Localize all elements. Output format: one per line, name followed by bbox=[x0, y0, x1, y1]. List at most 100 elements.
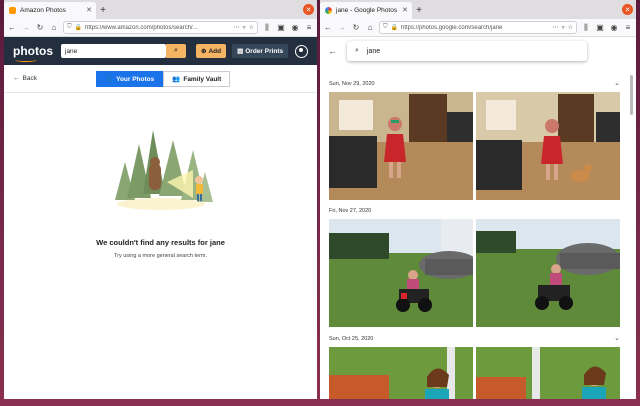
search-bar-row: ← ⌕ jane bbox=[320, 37, 636, 65]
url-text: https://www.amazon.com/photos/search/... bbox=[85, 24, 198, 31]
amazon-favicon bbox=[9, 7, 16, 14]
smile-arrow-icon bbox=[15, 58, 37, 62]
photo-girl-atv-yard bbox=[329, 219, 473, 327]
photo-girl-teal-shirt bbox=[329, 347, 473, 399]
date-header: Sun, Nov 29, 2020 bbox=[329, 81, 375, 87]
photo-thumbnail[interactable] bbox=[329, 92, 473, 200]
back-arrow-icon[interactable]: ← bbox=[323, 23, 333, 32]
date-header: Fri, Nov 27, 2020 bbox=[329, 208, 372, 214]
shield-icon[interactable]: ⛉ bbox=[383, 24, 388, 31]
tab-strip: jane - Google Photos ✕ + ✕ bbox=[320, 0, 636, 19]
bookmark-star-icon[interactable]: ☆ bbox=[249, 24, 254, 31]
amazon-browser-window: Amazon Photos ✕ + ✕ ← → ↻ ⌂ ⛉ 🔒 https://… bbox=[4, 0, 317, 399]
search-icon: ⌕ bbox=[355, 47, 359, 54]
empty-title: We couldn't find any results for jane bbox=[96, 238, 225, 247]
photo-thumbnail[interactable] bbox=[329, 347, 473, 399]
chevron-down-icon[interactable]: ⌄ bbox=[614, 334, 620, 342]
family-icon: 👥 bbox=[172, 76, 181, 83]
tab-family-vault[interactable]: 👥 Family Vault bbox=[163, 71, 231, 87]
photo-thumbnail[interactable] bbox=[476, 92, 620, 200]
empty-state: We couldn't find any results for jane Tr… bbox=[4, 120, 317, 259]
library-icon[interactable]: ⫼ bbox=[581, 23, 591, 33]
account-icon[interactable]: ◉ bbox=[290, 23, 300, 32]
add-label: Add bbox=[208, 47, 222, 55]
amazon-photos-logo[interactable]: photos bbox=[13, 44, 53, 62]
library-icon[interactable]: ⫼ bbox=[262, 23, 272, 33]
subnav: ← Back 👤 Your Photos 👥 Family Vault bbox=[4, 65, 317, 93]
google-photos-favicon bbox=[325, 7, 332, 14]
more-icon[interactable]: ⋯ bbox=[553, 24, 559, 31]
scrollbar[interactable] bbox=[630, 75, 633, 115]
shield-icon[interactable]: ⛉ bbox=[67, 24, 72, 31]
search-input[interactable]: ⌕ jane bbox=[347, 41, 587, 61]
reload-icon[interactable]: ↻ bbox=[35, 23, 45, 32]
home-icon[interactable]: ⌂ bbox=[365, 23, 375, 32]
pocket-icon[interactable]: ▿ bbox=[562, 24, 565, 31]
amazon-header: photos jane ⌕ ⊕ Add ▤ Order Prints bbox=[4, 37, 317, 65]
order-prints-label: Order Prints bbox=[245, 47, 284, 55]
tab-strip: Amazon Photos ✕ + ✕ bbox=[4, 0, 317, 19]
date-header: Sun, Oct 25, 2020 bbox=[329, 336, 374, 342]
close-icon[interactable]: ✕ bbox=[86, 6, 92, 14]
chevron-down-icon[interactable]: ⌄ bbox=[614, 79, 620, 87]
empty-subtitle: Try using a more general search term. bbox=[113, 253, 208, 259]
forward-arrow-icon[interactable]: → bbox=[21, 23, 31, 32]
tab-amazon-photos[interactable]: Amazon Photos ✕ bbox=[4, 2, 96, 19]
photo-girl-teal-shirt-2 bbox=[476, 347, 620, 399]
forest-bigfoot-illustration bbox=[114, 130, 213, 210]
nav-toolbar: ← → ↻ ⌂ ⛉ 🔒 https://www.amazon.com/photo… bbox=[4, 19, 317, 37]
search-button[interactable]: ⌕ bbox=[166, 44, 186, 58]
forward-arrow-icon[interactable]: → bbox=[337, 23, 347, 32]
add-button[interactable]: ⊕ Add bbox=[196, 44, 227, 58]
back-arrow-icon: ← bbox=[13, 75, 20, 82]
google-browser-window: jane - Google Photos ✕ + ✕ ← → ↻ ⌂ ⛉ 🔒 h… bbox=[320, 0, 636, 399]
prints-icon: ▤ bbox=[237, 48, 244, 55]
new-tab-button[interactable]: + bbox=[96, 2, 110, 19]
photo-thumbnail[interactable] bbox=[329, 219, 473, 327]
person-icon: 👤 bbox=[105, 76, 114, 83]
more-icon[interactable]: ⋯ bbox=[234, 24, 240, 31]
order-prints-button[interactable]: ▤ Order Prints bbox=[232, 44, 289, 58]
search-value: jane bbox=[366, 47, 381, 55]
url-bar[interactable]: ⛉ 🔒 https://www.amazon.com/photos/search… bbox=[63, 21, 258, 34]
photo-results: Sun, Nov 29, 2020 ⌄ Fri, Nov 27, 2020 Su… bbox=[320, 65, 636, 399]
lock-icon[interactable]: 🔒 bbox=[75, 24, 82, 31]
vault-tabs: 👤 Your Photos 👥 Family Vault bbox=[96, 71, 231, 87]
back-label: Back bbox=[22, 75, 37, 82]
url-bar[interactable]: ⛉ 🔒 https://photos.google.com/search/jan… bbox=[379, 21, 577, 34]
photo-girl-red-dress bbox=[329, 92, 473, 200]
tab-label: Your Photos bbox=[116, 75, 155, 83]
photo-thumbnail[interactable] bbox=[476, 219, 620, 327]
tab-your-photos[interactable]: 👤 Your Photos bbox=[96, 71, 164, 87]
photo-girl-atv-yard-2 bbox=[476, 219, 620, 327]
search-value: jane bbox=[65, 47, 78, 55]
window-close-button[interactable]: ✕ bbox=[622, 4, 633, 15]
home-icon[interactable]: ⌂ bbox=[49, 23, 59, 32]
back-link[interactable]: ← Back bbox=[13, 75, 37, 82]
menu-icon[interactable]: ≡ bbox=[623, 23, 633, 32]
bookmark-star-icon[interactable]: ☆ bbox=[568, 24, 573, 31]
window-close-button[interactable]: ✕ bbox=[303, 4, 314, 15]
url-text: https://photos.google.com/search/jane bbox=[401, 24, 503, 31]
account-icon[interactable]: ◉ bbox=[609, 23, 619, 32]
back-arrow-icon[interactable]: ← bbox=[328, 46, 337, 56]
reload-icon[interactable]: ↻ bbox=[351, 23, 361, 32]
sidebar-icon[interactable]: ▣ bbox=[276, 23, 286, 32]
nav-toolbar: ← → ↻ ⌂ ⛉ 🔒 https://photos.google.com/se… bbox=[320, 19, 636, 37]
tab-label: Family Vault bbox=[183, 75, 222, 83]
menu-icon[interactable]: ≡ bbox=[304, 23, 314, 32]
tab-title: Amazon Photos bbox=[20, 7, 66, 14]
back-arrow-icon[interactable]: ← bbox=[7, 23, 17, 32]
pocket-icon[interactable]: ▿ bbox=[243, 24, 246, 31]
tab-google-photos[interactable]: jane - Google Photos ✕ bbox=[320, 2, 412, 19]
plus-circle-icon: ⊕ bbox=[201, 48, 207, 55]
logo-text: photos bbox=[13, 44, 53, 58]
lock-icon[interactable]: 🔒 bbox=[391, 24, 398, 31]
close-icon[interactable]: ✕ bbox=[402, 6, 408, 14]
profile-avatar-icon[interactable] bbox=[295, 44, 308, 58]
search-icon: ⌕ bbox=[174, 47, 178, 54]
search-input[interactable]: jane bbox=[61, 44, 166, 58]
photo-thumbnail[interactable] bbox=[476, 347, 620, 399]
sidebar-icon[interactable]: ▣ bbox=[595, 23, 605, 32]
new-tab-button[interactable]: + bbox=[412, 2, 426, 19]
